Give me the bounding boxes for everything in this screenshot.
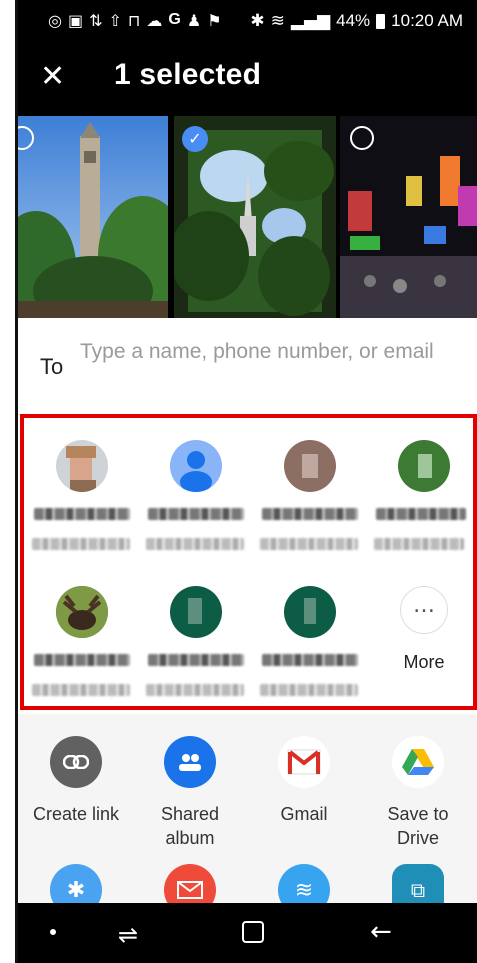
gmail-label: Gmail (280, 804, 328, 824)
selection-circle-icon[interactable] (350, 126, 374, 150)
contact-detail-redacted (260, 538, 358, 550)
home-icon[interactable] (242, 921, 264, 943)
contact-name-redacted (376, 508, 466, 520)
top-app-bar: ✕ 1 selected (18, 44, 477, 116)
people-icon (164, 736, 216, 788)
wifi-signal-icon: ≋ (270, 11, 285, 31)
avatar (284, 586, 336, 638)
share-targets: Create link Shared album Gmail Save to D… (18, 714, 477, 916)
contact-suggestion[interactable] (28, 440, 138, 570)
suggested-contacts-grid: … More (20, 414, 477, 710)
contact-name-redacted (34, 508, 130, 520)
selected-check-icon[interactable]: ✓ (182, 126, 208, 152)
app-notification-icon: ◎ (48, 11, 62, 30)
back-icon[interactable]: ← (370, 917, 392, 947)
upload-icon: ⇧ (108, 11, 122, 30)
more-contacts[interactable]: … More (370, 586, 477, 716)
avatar (56, 440, 108, 492)
avatar (56, 586, 108, 638)
more-icon: … (400, 586, 448, 634)
battery-percent: 44% (336, 11, 371, 30)
status-bar: ◎ ▣ ⇅ ⇧ ⊓ ☁ G ♟ ⚑ ✱ ≋ ▂▄▆ 44% 10:20 AM (18, 0, 477, 44)
photo-thumbnail-times-square[interactable] (340, 116, 477, 318)
contact-name-redacted (262, 654, 358, 666)
to-label: To (40, 354, 64, 379)
avatar (170, 586, 222, 638)
recipient-row: To Type a name, phone number, or email (18, 318, 477, 415)
contact-suggestion[interactable] (142, 586, 252, 716)
drive-icon (392, 736, 444, 788)
create-link-label: Create link (32, 804, 120, 824)
contact-name-redacted (148, 654, 244, 666)
contact-detail-redacted (146, 538, 244, 550)
recipient-input[interactable]: Type a name, phone number, or email (80, 340, 440, 364)
avatar (398, 440, 450, 492)
recent-apps-icon[interactable]: ⇌ (118, 921, 138, 949)
avatar (284, 440, 336, 492)
contact-detail-redacted (32, 538, 130, 550)
contact-suggestion[interactable] (142, 440, 252, 570)
contact-detail-redacted (146, 684, 244, 696)
avatar (170, 440, 222, 492)
battery-icon (376, 13, 386, 29)
flag-icon: ⚑ (207, 11, 222, 30)
notification-icons: ◎ ▣ ⇅ ⇧ ⊓ ☁ G ♟ ⚑ (48, 11, 222, 30)
selected-photos-strip: ✓ (18, 116, 477, 318)
save-to-drive-label: Save to Drive (387, 804, 449, 848)
more-label: More (403, 652, 445, 672)
gmail-icon (278, 736, 330, 788)
photo-thumbnail-chrysler[interactable]: ✓ (174, 116, 336, 318)
nav-dot-icon[interactable] (50, 929, 56, 935)
cell-signal-icon: ▂▄▆ (290, 11, 331, 31)
cloud-icon: ☁ (146, 11, 163, 30)
close-icon[interactable]: ✕ (40, 60, 65, 94)
shared-album-label: Shared album (160, 804, 220, 848)
system-status: ✱ ≋ ▂▄▆ 44% 10:20 AM (250, 11, 463, 31)
page-title: 1 selected (114, 58, 262, 91)
device-frame-edge (0, 0, 18, 963)
contact-suggestion[interactable] (370, 440, 477, 570)
google-icon: G (168, 11, 181, 28)
contact-suggestion[interactable] (256, 440, 366, 570)
bag-icon: ⊓ (127, 11, 141, 30)
bluetooth-status-icon: ✱ (250, 11, 265, 31)
link-icon (50, 736, 102, 788)
navigation-bar: ⇌ ← (18, 903, 477, 963)
person-icon: ♟ (186, 11, 202, 30)
contact-detail-redacted (32, 684, 130, 696)
contact-name-redacted (262, 508, 358, 520)
contact-suggestion[interactable] (28, 586, 138, 716)
photo-thumbnail-campanile[interactable] (18, 116, 168, 318)
contact-detail-redacted (374, 538, 464, 550)
gallery-icon: ▣ (67, 11, 84, 30)
contact-name-redacted (34, 654, 130, 666)
contact-detail-redacted (260, 684, 358, 696)
share-screen: ◎ ▣ ⇅ ⇧ ⊓ ☁ G ♟ ⚑ ✱ ≋ ▂▄▆ 44% 10:20 AM ✕… (18, 0, 477, 963)
transfer-icon: ⇅ (89, 11, 103, 30)
clock: 10:20 AM (391, 11, 463, 30)
contact-name-redacted (148, 508, 244, 520)
contact-suggestion[interactable] (256, 586, 366, 716)
